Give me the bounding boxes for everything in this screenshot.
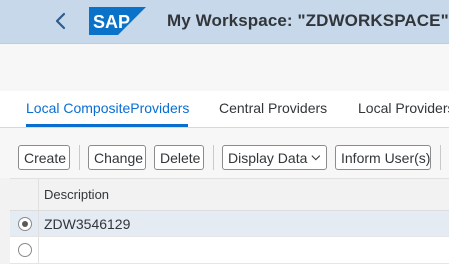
row-selector [10, 237, 39, 263]
page-title: My Workspace: "ZDWORKSPACE" E [167, 11, 449, 31]
change-button-label: Change [94, 149, 144, 166]
header-toolbar-area [0, 44, 449, 91]
tab-central-providers[interactable]: Central Providers [219, 100, 327, 116]
chevron-down-icon [311, 154, 321, 160]
display-data-button[interactable]: Display Data [222, 145, 327, 170]
table-row[interactable] [10, 237, 449, 264]
table-left-gutter [0, 178, 10, 264]
table-row[interactable]: ZDW3546129 [10, 211, 449, 237]
back-arrow-icon [55, 12, 66, 30]
change-button[interactable]: Change [88, 145, 146, 170]
delete-button-label: Delete [160, 149, 201, 166]
tab-local-providers[interactable]: Local Providers [358, 100, 449, 116]
tab-bar: Local CompositeProviders Central Provide… [0, 91, 449, 128]
delete-button[interactable]: Delete [154, 145, 204, 170]
sap-logo[interactable]: SAP [89, 7, 146, 35]
inform-users-button-label: Inform User(s) [341, 149, 431, 166]
radio-button-icon[interactable] [18, 243, 32, 257]
tab-local-compositeproviders[interactable]: Local CompositeProviders [26, 100, 189, 116]
active-tab-indicator [26, 124, 188, 127]
toolbar-separator [213, 145, 214, 170]
radio-button-icon[interactable] [18, 217, 32, 231]
table-header: Description [10, 178, 449, 211]
action-toolbar: Create Change Delete Display Data Inform… [0, 128, 449, 178]
display-data-button-label: Display Data [228, 149, 308, 166]
toolbar-separator [440, 145, 441, 170]
row-selector [10, 211, 39, 236]
toolbar-separator [79, 145, 80, 170]
create-button-label: Create [24, 149, 67, 166]
selection-column-header [10, 179, 39, 210]
description-cell: ZDW3546129 [44, 216, 131, 232]
description-column-header[interactable]: Description [44, 187, 109, 202]
shell-bar: SAP My Workspace: "ZDWORKSPACE" E [0, 0, 449, 44]
create-button[interactable]: Create [18, 145, 70, 170]
sap-logo-text: SAP [93, 12, 130, 32]
back-button[interactable] [50, 9, 72, 33]
inform-users-button[interactable]: Inform User(s) [335, 145, 431, 170]
page-title-text: My Workspace: "ZDWORKSPACE" [167, 11, 449, 30]
